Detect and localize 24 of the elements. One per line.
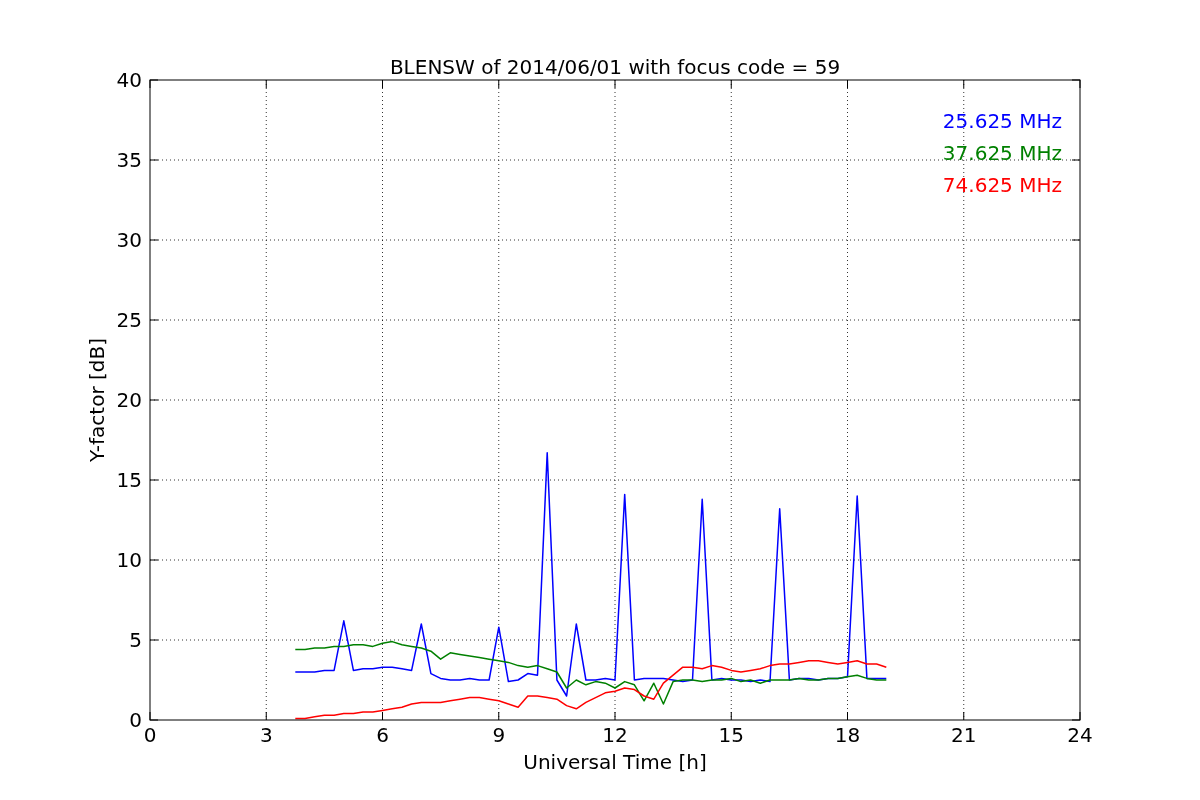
x-tick-label: 18 [834,723,861,747]
x-tick-label: 15 [718,723,744,747]
y-tick-label: 15 [116,468,142,492]
y-tick-label: 10 [116,548,142,572]
x-tick-label: 0 [143,723,157,747]
legend-label: 74.625 MHz [942,173,1062,197]
x-axis-label: Universal Time [h] [523,750,707,774]
y-tick-label: 0 [129,708,142,732]
legend-label: 25.625 MHz [942,109,1062,133]
y-tick-label: 20 [116,388,142,412]
y-tick-label: 35 [116,148,142,172]
x-tick-label: 6 [376,723,389,747]
y-tick-label: 25 [116,308,142,332]
y-tick-label: 5 [129,628,142,652]
y-axis-label: Y-factor [dB] [85,338,109,462]
x-tick-label: 21 [951,723,977,747]
y-tick-label: 40 [116,68,142,92]
y-tick-label: 30 [116,228,142,252]
x-tick-label: 9 [492,723,506,747]
x-tick-label: 3 [259,723,273,747]
x-tick-label: 12 [602,723,628,747]
legend-label: 37.625 MHz [942,141,1062,165]
x-tick-label: 24 [1067,723,1093,747]
chart-title: BLENSW of 2014/06/01 with focus code = 59 [389,55,841,79]
